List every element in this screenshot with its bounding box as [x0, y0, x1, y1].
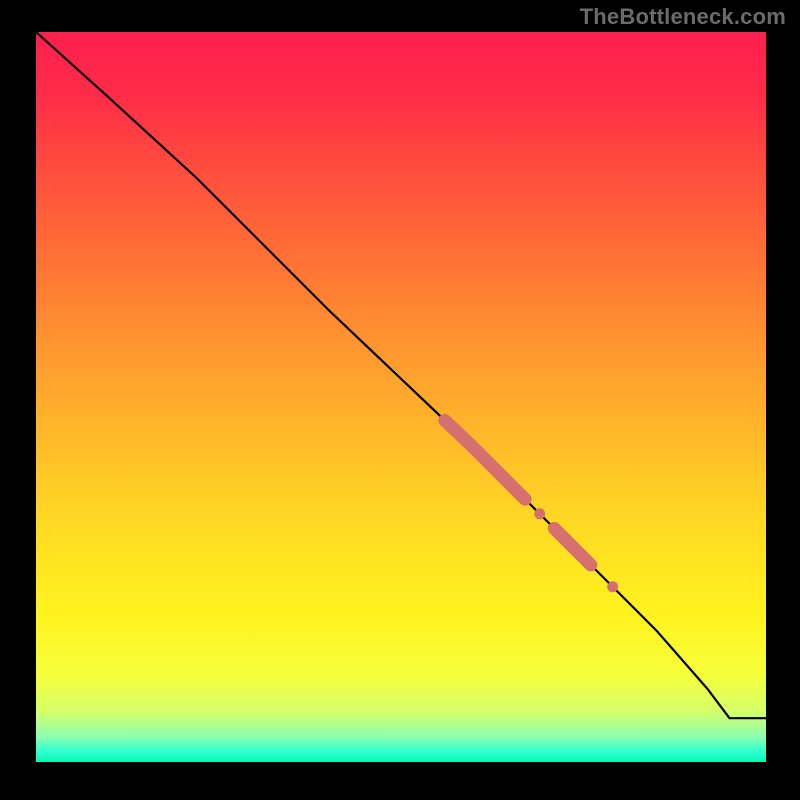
background-gradient: [36, 32, 766, 762]
plot-panel: [36, 32, 766, 762]
chart-stage: TheBottleneck.com: [0, 0, 800, 800]
watermark-label: TheBottleneck.com: [580, 4, 786, 30]
